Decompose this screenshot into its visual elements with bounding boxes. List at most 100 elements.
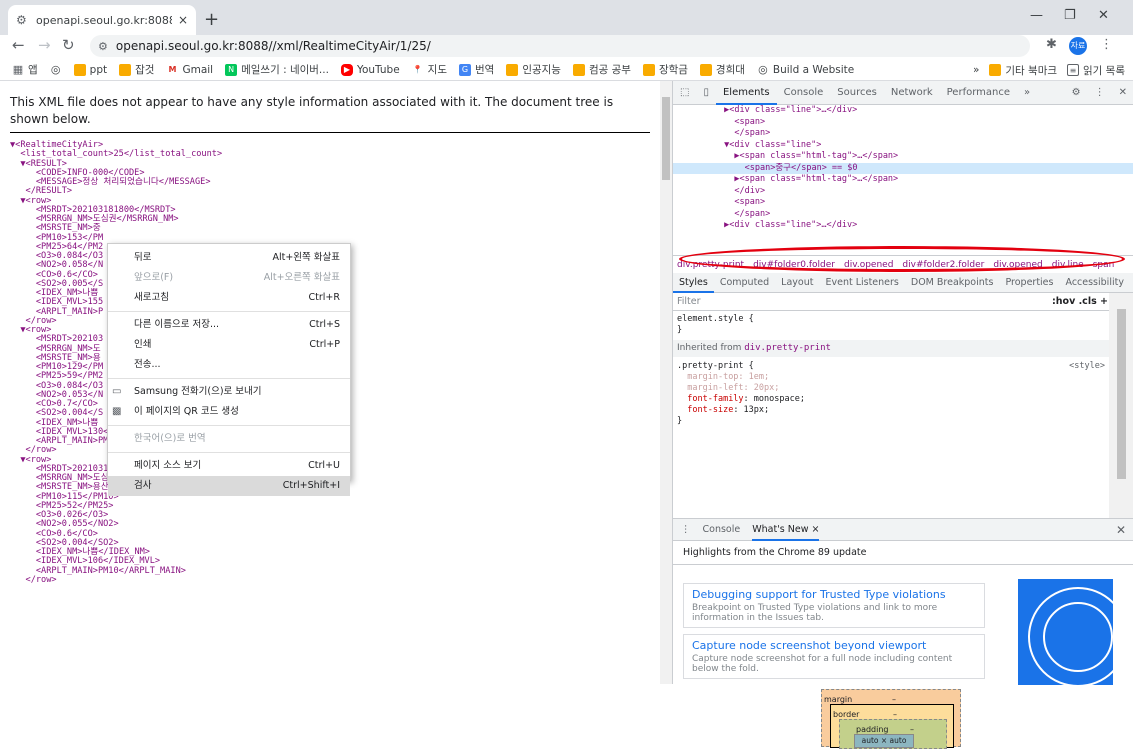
- styles-filter-input[interactable]: Filter :hov .cls +: [673, 293, 1133, 311]
- tab-accessibility[interactable]: Accessibility: [1059, 273, 1129, 293]
- bookmark-item[interactable]: N 메일쓰기 : 네이버...: [225, 62, 329, 77]
- bookmark-folder[interactable]: ppt: [73, 63, 107, 76]
- card-title[interactable]: Debugging support for Trusted Type viola…: [692, 588, 976, 601]
- style-property[interactable]: font-size: 13px;: [673, 405, 1109, 416]
- dom-node[interactable]: </span>: [673, 128, 1133, 140]
- styles-scrollbar[interactable]: [1109, 293, 1133, 518]
- card-title[interactable]: Capture node screenshot beyond viewport: [692, 639, 976, 652]
- tab-layout[interactable]: Layout: [775, 273, 819, 293]
- style-property[interactable]: margin-left: 20px;: [673, 383, 1109, 394]
- inspect-element-icon[interactable]: ⬚: [673, 81, 696, 105]
- rule-end: }: [677, 416, 683, 426]
- bookmark-folder[interactable]: 잡것: [119, 62, 154, 77]
- close-devtools-icon[interactable]: ✕: [1112, 81, 1133, 105]
- dom-node[interactable]: <span>: [673, 117, 1133, 129]
- dom-node[interactable]: </div>: [673, 186, 1133, 198]
- bookmarks-right: » 기타 북마크 ≡ 읽기 목록: [973, 59, 1125, 81]
- tab-event-listeners[interactable]: Event Listeners: [819, 273, 904, 293]
- menu-item-view-source[interactable]: 페이지 소스 보기 Ctrl+U: [108, 456, 350, 476]
- page-scrollbar-thumb[interactable]: [662, 97, 670, 180]
- profile-avatar[interactable]: 자료: [1069, 37, 1087, 55]
- restore-icon[interactable]: ❐: [1064, 8, 1076, 23]
- styles-scrollbar-thumb[interactable]: [1117, 309, 1126, 479]
- more-options-icon[interactable]: ⋮: [1088, 81, 1112, 105]
- element-style-rule[interactable]: element.style {: [673, 314, 1109, 325]
- close-drawer-icon[interactable]: ✕: [1116, 523, 1126, 537]
- whats-new-illustration: [1018, 579, 1113, 685]
- bookmark-item[interactable]: G 번역: [458, 62, 494, 77]
- reload-icon[interactable]: ↻: [62, 36, 75, 54]
- menu-item-forward[interactable]: 앞으로(F) Alt+오른쪽 화살표: [108, 268, 350, 288]
- reading-list[interactable]: ≡ 읽기 목록: [1067, 63, 1125, 78]
- bookmark-item[interactable]: ◎: [50, 63, 62, 76]
- whats-new-card[interactable]: Capture node screenshot beyond viewport …: [683, 634, 985, 679]
- tab-sources[interactable]: Sources: [830, 81, 884, 105]
- drawer-tab-console[interactable]: Console: [703, 524, 741, 535]
- menu-item-send-to-device[interactable]: ▭ Samsung 전화기(으)로 보내기: [108, 382, 350, 402]
- bookmarks-overflow-button[interactable]: »: [973, 64, 979, 76]
- style-property[interactable]: margin-top: 1em;: [673, 372, 1109, 383]
- new-tab-button[interactable]: +: [204, 9, 219, 30]
- bookmark-folder[interactable]: 컴공 공부: [572, 62, 631, 77]
- tab-console[interactable]: Console: [777, 81, 831, 105]
- selected-dom-node[interactable]: <span>중구</span> == $0: [673, 162, 1133, 174]
- menu-item-translate[interactable]: 한국어(으)로 번역: [108, 429, 350, 449]
- dom-node[interactable]: ▼<div class="line">: [673, 140, 1133, 152]
- bookmark-folder[interactable]: 경희대: [699, 62, 745, 77]
- close-window-icon[interactable]: ✕: [1098, 8, 1109, 23]
- dom-node[interactable]: ▶<span class="html-tag">…</span>: [673, 151, 1133, 163]
- tab-network[interactable]: Network: [884, 81, 940, 105]
- tab-properties[interactable]: Properties: [999, 273, 1059, 293]
- browser-chrome: ⚙ openapi.seoul.go.kr:8088/4a716 × + — ❐…: [0, 0, 1133, 81]
- bookmark-item[interactable]: ▶ YouTube: [340, 63, 400, 76]
- style-property[interactable]: font-family: monospace;: [673, 394, 1109, 405]
- menu-item-inspect[interactable]: 검사 Ctrl+Shift+I: [108, 476, 350, 496]
- whats-new-card[interactable]: Debugging support for Trusted Type viola…: [683, 583, 985, 628]
- other-bookmarks[interactable]: 기타 북마크: [989, 63, 1057, 78]
- device-toolbar-icon[interactable]: ▯: [696, 81, 716, 105]
- settings-gear-icon[interactable]: ⚙: [1065, 81, 1088, 105]
- browser-toolbar: ← → ↻ ⚙ openapi.seoul.go.kr:8088//xml/Re…: [0, 35, 1133, 59]
- extensions-icon[interactable]: ✱: [1046, 37, 1057, 52]
- rule-source-link[interactable]: <style>: [1069, 361, 1105, 372]
- filter-tools[interactable]: :hov .cls +: [1052, 293, 1108, 311]
- dom-node[interactable]: </span>: [673, 209, 1133, 221]
- minimize-icon[interactable]: —: [1030, 8, 1043, 23]
- dom-node[interactable]: ▶<span class="html-tag">…</span>: [673, 174, 1133, 186]
- menu-item-qr-code[interactable]: ▩ 이 페이지의 QR 코드 생성: [108, 402, 350, 422]
- menu-item-print[interactable]: 인쇄 Ctrl+P: [108, 335, 350, 355]
- menu-item-cast[interactable]: 전송...: [108, 355, 350, 375]
- menu-item-save-as[interactable]: 다른 이름으로 저장... Ctrl+S: [108, 315, 350, 335]
- address-bar[interactable]: ⚙ openapi.seoul.go.kr:8088//xml/Realtime…: [90, 35, 1030, 57]
- dom-node[interactable]: ▶<div class="line">…</div>: [673, 220, 1133, 232]
- back-icon[interactable]: ←: [12, 36, 25, 54]
- translate-icon: G: [458, 63, 471, 76]
- drawer-menu-icon[interactable]: ⋮: [681, 524, 691, 535]
- site-info-icon[interactable]: ⚙: [98, 40, 108, 53]
- forward-icon[interactable]: →: [38, 36, 51, 54]
- drawer-tab-whats-new[interactable]: What's New ×: [752, 519, 820, 541]
- tab-overflow[interactable]: »: [1017, 81, 1037, 105]
- menu-item-back[interactable]: 뒤로 Alt+왼쪽 화살표: [108, 248, 350, 268]
- bookmark-item[interactable]: ◎ Build a Website: [757, 63, 854, 76]
- tab-dom-breakpoints[interactable]: DOM Breakpoints: [905, 273, 1000, 293]
- browser-tab[interactable]: ⚙ openapi.seoul.go.kr:8088/4a716 ×: [8, 5, 196, 35]
- tab-performance[interactable]: Performance: [940, 81, 1017, 105]
- menu-item-reload[interactable]: 새로고침 Ctrl+R: [108, 288, 350, 308]
- bookmark-folder[interactable]: 장학금: [642, 62, 688, 77]
- menu-icon[interactable]: ⋮: [1100, 37, 1113, 52]
- tab-styles[interactable]: Styles: [673, 273, 714, 293]
- tab-elements[interactable]: Elements: [715, 81, 777, 105]
- dom-node[interactable]: <span>: [673, 197, 1133, 209]
- tab-computed[interactable]: Computed: [714, 273, 775, 293]
- bookmark-folder[interactable]: 인공지능: [506, 62, 561, 77]
- bookmark-item[interactable]: M Gmail: [166, 64, 213, 76]
- bookmark-apps[interactable]: ▦ 앱: [12, 62, 38, 77]
- rule-selector[interactable]: .pretty-print {<style>: [673, 361, 1109, 372]
- bookmarks-bar: ▦ 앱 ◎ ppt 잡것 M Gmail N 메일쓰기 : 네이버... ▶ YouTu…: [0, 59, 1133, 81]
- dom-node[interactable]: ▶<div class="line">…</div>: [673, 105, 1133, 117]
- youtube-icon: ▶: [340, 63, 353, 76]
- tab-close-button[interactable]: ×: [178, 13, 188, 27]
- page-scrollbar[interactable]: [660, 81, 672, 684]
- bookmark-item[interactable]: 📍 지도: [412, 62, 447, 77]
